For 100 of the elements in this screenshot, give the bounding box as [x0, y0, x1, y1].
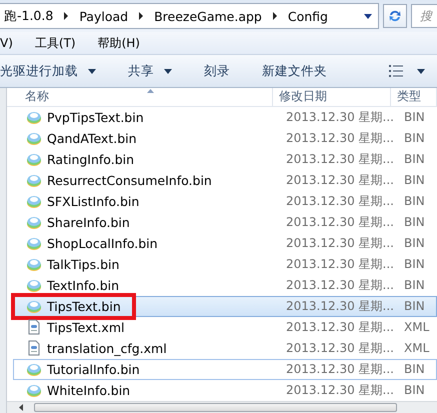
file-row[interactable]: translation_cfg.xml 2013.12.30 星期... XML	[13, 338, 437, 359]
file-icon	[26, 214, 42, 230]
file-name: ResurrectConsumeInfo.bin	[47, 172, 212, 188]
breadcrumb[interactable]: 跑-1.0.8	[0, 8, 58, 24]
file-name: TutorialInfo.bin	[47, 362, 140, 377]
file-row[interactable]: RatingInfo.bin 2013.12.30 星期... BIN	[13, 148, 437, 170]
file-row[interactable]: TipsText.xml 2013.12.30 星期... XML	[13, 316, 437, 338]
file-icon	[26, 235, 42, 252]
file-row[interactable]: ShopLocalInfo.bin 2013.12.30 星期... BIN	[13, 232, 437, 254]
file-type: BIN	[404, 215, 425, 230]
file-type: XML	[404, 341, 430, 356]
file-row[interactable]: SFXListInfo.bin 2013.12.30 星期... BIN	[13, 190, 437, 212]
modified-date: 2013.12.30 星期...	[286, 150, 394, 168]
modified-date: 2013.12.30 星期...	[286, 192, 394, 210]
file-row[interactable]: ShareInfo.bin 2013.12.30 星期... BIN	[13, 212, 437, 233]
toolbar-button[interactable]: 新建文件夹	[254, 58, 335, 84]
file-row[interactable]: WhiteInfo.bin 2013.12.30 星期... BIN	[13, 380, 437, 401]
chevron-right-icon[interactable]	[63, 12, 70, 20]
file-type: BIN	[404, 278, 425, 292]
modified-date: 2013.12.30 星期...	[286, 298, 394, 315]
file-type: BIN	[404, 194, 425, 208]
sort-arrow-icon	[147, 89, 154, 93]
menu-item[interactable]: 工具(T)	[22, 34, 86, 52]
menu-item[interactable]: V)	[0, 36, 23, 50]
file-row[interactable]: PvpTipsText.bin 2013.12.30 星期... BIN	[13, 106, 437, 128]
file-name: ShopLocalInfo.bin	[47, 236, 158, 251]
file-icon	[26, 256, 42, 272]
modified-date: 2013.12.30 星期...	[286, 276, 394, 294]
file-icon	[26, 193, 42, 210]
toolbar-button[interactable]: 共享	[120, 58, 180, 84]
breadcrumb[interactable]: Config	[284, 8, 332, 24]
file-name: WhiteInfo.bin	[47, 382, 130, 398]
toolbar-button[interactable]: 光驱进行加载	[0, 58, 104, 84]
column-header[interactable]: 类型	[391, 88, 437, 106]
dropdown-caret-icon[interactable]	[88, 68, 96, 74]
modified-date: 2013.12.30 星期...	[286, 256, 394, 273]
address-field[interactable]: 跑-1.0.8 Payload BreezeGame.app Config	[0, 3, 379, 29]
file-row[interactable]: TipsText.bin 2013.12.30 星期... BIN	[13, 296, 437, 317]
file-icon	[26, 298, 42, 314]
file-name: PvpTipsText.bin	[47, 110, 144, 125]
file-type: BIN	[404, 299, 425, 314]
toolbar-button[interactable]: 刻录	[196, 58, 238, 84]
file-type: BIN	[404, 362, 425, 376]
file-icon	[26, 151, 42, 168]
file-name: translation_cfg.xml	[47, 340, 167, 356]
file-row[interactable]: QandAText.bin 2013.12.30 星期... BIN	[13, 128, 437, 149]
refresh-icon	[388, 9, 402, 23]
file-type: BIN	[404, 383, 425, 398]
file-type: BIN	[404, 173, 425, 188]
file-name: ShareInfo.bin	[47, 214, 130, 230]
column-header[interactable]: 名称	[7, 88, 273, 106]
chevron-right-icon[interactable]	[272, 12, 278, 20]
document-icon	[26, 319, 42, 336]
file-icon	[26, 382, 42, 398]
file-icon	[26, 130, 42, 146]
file-name: TipsText.xml	[47, 320, 124, 335]
modified-date: 2013.12.30 星期...	[286, 214, 394, 231]
column-header[interactable]: 修改日期	[273, 88, 391, 106]
modified-date: 2013.12.30 星期...	[286, 360, 394, 378]
scrollbar-thumb[interactable]	[34, 402, 397, 412]
breadcrumb[interactable]: Payload	[75, 8, 132, 24]
file-row[interactable]: TalkTips.bin 2013.12.30 星期... BIN	[13, 254, 437, 275]
horizontal-scrollbar[interactable]	[7, 400, 437, 413]
dropdown-caret-icon[interactable]	[164, 68, 172, 74]
file-icon	[26, 109, 42, 126]
file-name: RatingInfo.bin	[47, 152, 134, 167]
dropdown-caret-icon[interactable]	[364, 14, 372, 18]
modified-date: 2013.12.30 星期...	[286, 318, 394, 336]
refresh-button[interactable]	[383, 4, 407, 28]
file-icon	[26, 172, 42, 188]
file-icon	[26, 277, 42, 294]
search-field[interactable]: 搜	[411, 4, 437, 28]
file-icon	[26, 361, 42, 378]
file-row[interactable]: ResurrectConsumeInfo.bin 2013.12.30 星期... BIN	[13, 170, 437, 191]
modified-date: 2013.12.30 星期...	[286, 382, 394, 399]
modified-date: 2013.12.30 星期...	[286, 130, 394, 147]
file-type: BIN	[404, 131, 425, 146]
modified-date: 2013.12.30 星期...	[286, 234, 394, 252]
file-type: BIN	[404, 236, 425, 250]
file-row[interactable]: TextInfo.bin 2013.12.30 星期... BIN	[13, 274, 437, 296]
document-icon	[26, 340, 42, 356]
file-name: TalkTips.bin	[47, 256, 120, 272]
view-options-icon[interactable]	[389, 65, 403, 77]
modified-date: 2013.12.30 星期...	[286, 340, 394, 357]
modified-date: 2013.12.30 星期...	[286, 108, 394, 126]
file-type: XML	[404, 320, 430, 334]
file-type: BIN	[404, 152, 425, 166]
dropdown-caret-icon[interactable]	[417, 68, 425, 74]
file-type: BIN	[404, 257, 425, 272]
breadcrumb[interactable]: BreezeGame.app	[150, 8, 266, 24]
file-name: QandAText.bin	[47, 130, 137, 146]
file-name: TextInfo.bin	[47, 278, 120, 293]
file-name: TipsText.bin	[47, 298, 121, 314]
menu-item[interactable]: 帮助(H)	[86, 34, 150, 52]
scroll-left-icon[interactable]	[19, 404, 23, 411]
chevron-right-icon[interactable]	[138, 12, 144, 20]
file-row[interactable]: TutorialInfo.bin 2013.12.30 星期... BIN	[13, 358, 437, 380]
modified-date: 2013.12.30 星期...	[286, 172, 394, 189]
file-name: SFXListInfo.bin	[47, 194, 140, 209]
file-type: BIN	[404, 110, 425, 124]
